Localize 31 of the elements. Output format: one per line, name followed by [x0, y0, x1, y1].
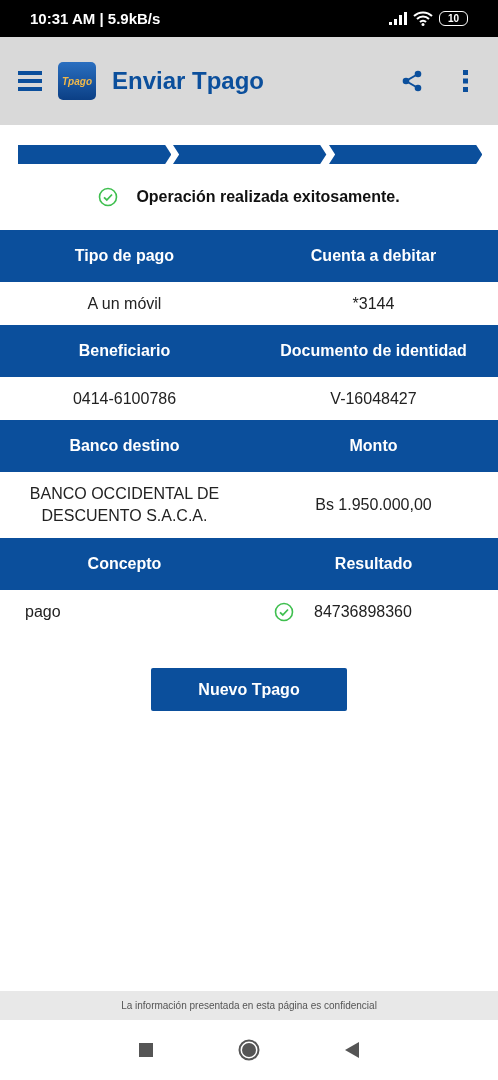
home-icon[interactable] — [238, 1039, 260, 1061]
check-circle-icon — [274, 601, 294, 622]
column-header: Documento de identidad — [249, 325, 498, 377]
menu-icon[interactable] — [18, 71, 42, 91]
back-icon[interactable] — [345, 1042, 359, 1058]
table-cell-text: pago — [25, 601, 61, 622]
new-payment-button[interactable]: Nuevo Tpago — [151, 668, 347, 711]
app-logo: Tpago — [58, 62, 96, 100]
table-cell-text: *3144 — [352, 293, 395, 314]
confidential-notice: La información presentada en esta página es confidencial — [121, 1000, 377, 1011]
column-header: Beneficiario — [0, 325, 249, 377]
column-header: Resultado — [249, 538, 498, 590]
table-cell-text: 0414-6100786 — [72, 388, 177, 409]
column-header: Banco destino — [0, 420, 249, 472]
wifi-icon — [412, 11, 433, 26]
table-cell-text: A un móvil — [87, 293, 162, 314]
table-cell-text: V-16048427 — [330, 388, 417, 409]
table-cell-text: BANCO OCCIDENTAL DE DESCUENTO S.A.C.A. — [28, 484, 221, 526]
table-cell-text: 84736898360 — [314, 601, 412, 622]
table-cell-text: Bs 1.950.000,00 — [315, 495, 432, 515]
signal-icon — [388, 12, 407, 25]
check-circle-icon — [98, 187, 119, 207]
battery-level: 10 — [438, 11, 468, 26]
column-header: Cuenta a debitar — [249, 230, 498, 282]
column-header: Tipo de pago — [0, 230, 249, 282]
status-time: 10:31 AM | 5.9kB/s — [30, 10, 161, 27]
share-icon[interactable] — [402, 70, 422, 92]
screen-title: Enviar Tpago — [112, 67, 266, 95]
column-header: Monto — [249, 420, 498, 472]
success-message: Operación realizada exitosamente. — [136, 188, 400, 206]
column-header: Concepto — [0, 538, 249, 590]
